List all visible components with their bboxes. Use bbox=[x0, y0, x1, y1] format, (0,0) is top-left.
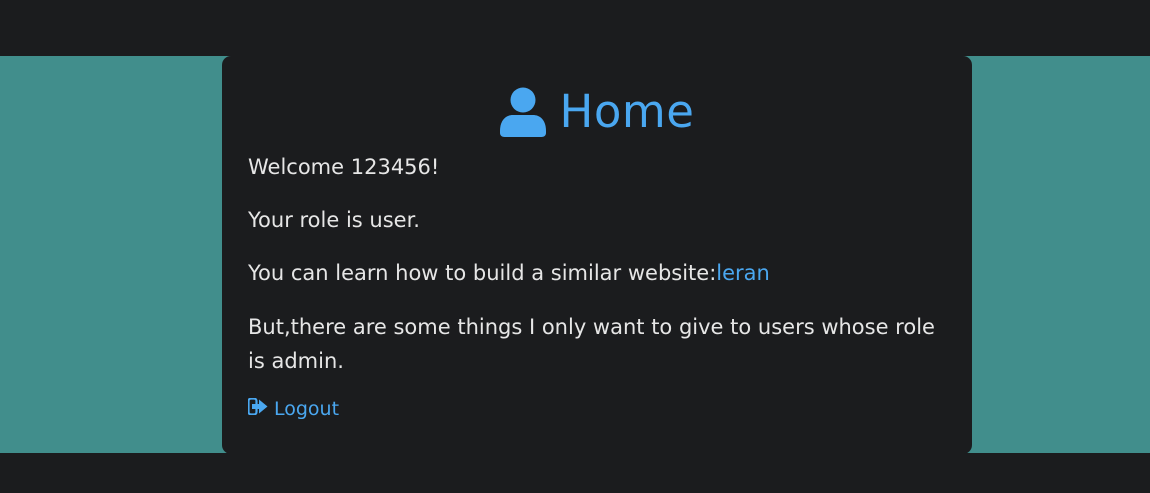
learn-link[interactable]: leran bbox=[716, 261, 770, 285]
page-title: Home bbox=[248, 82, 946, 142]
learn-prefix: You can learn how to build a similar web… bbox=[248, 261, 717, 285]
welcome-text: Welcome 123456! bbox=[248, 155, 440, 179]
user-icon bbox=[499, 87, 546, 137]
logout-label: Logout bbox=[274, 398, 340, 420]
logout-link[interactable]: Logout bbox=[247, 396, 946, 422]
admin-note-text: But,there are some things I only want to… bbox=[248, 315, 935, 373]
learn-text: You can learn how to build a similar web… bbox=[248, 256, 946, 290]
logout-icon bbox=[247, 396, 268, 422]
role-text: Your role is user. bbox=[248, 208, 420, 232]
page-title-text: Home bbox=[559, 85, 695, 138]
home-card: Home Welcome 123456! Your role is user. … bbox=[222, 56, 972, 454]
